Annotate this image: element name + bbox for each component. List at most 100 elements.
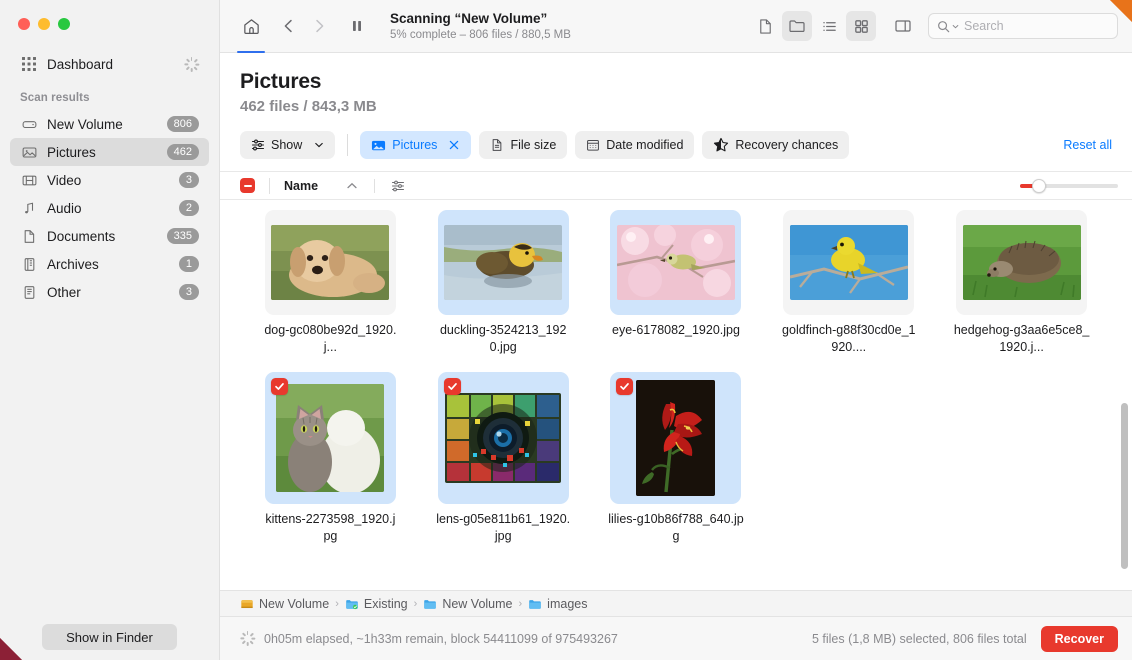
chevron-down-icon[interactable] (952, 23, 959, 30)
selection-summary: 5 files (1,8 MB) selected, 806 files tot… (811, 631, 1027, 646)
sidebar-item-pictures[interactable]: Pictures 462 (10, 138, 209, 166)
folder-view-icon[interactable] (782, 11, 812, 41)
loading-spinner-icon (183, 56, 199, 72)
select-all-checkbox[interactable] (240, 178, 255, 193)
chevron-up-icon[interactable] (346, 180, 358, 192)
file-thumbnail-tile[interactable] (437, 210, 569, 315)
breadcrumb-item-images[interactable]: images (528, 597, 587, 611)
sidebar-item-badge: 462 (166, 144, 199, 160)
selected-checkbox[interactable] (616, 378, 634, 395)
recover-button[interactable]: Recover (1040, 625, 1118, 652)
loading-spinner-icon (239, 631, 255, 646)
grid-view-icon[interactable] (846, 11, 876, 41)
sidebar-item-new-volume[interactable]: New Volume 806 (10, 110, 209, 138)
file-item[interactable]: duckling-3524213_1920.jpg (417, 210, 590, 356)
file-thumbnail-tile[interactable] (783, 210, 915, 315)
sidebar-footer: Show in Finder (0, 624, 219, 660)
filter-chip-date-modified[interactable]: Date modified (575, 131, 695, 159)
close-button[interactable] (18, 18, 30, 30)
file-thumbnail-tile[interactable] (264, 372, 396, 504)
file-thumbnail-tile[interactable] (264, 210, 396, 315)
sidebar-section-label: Scan results (20, 92, 90, 104)
filter-chip-pictures[interactable]: Pictures (360, 131, 472, 159)
file-name: dog-gc080be92d_1920.j... (264, 323, 397, 354)
home-icon[interactable] (236, 11, 266, 53)
file-item[interactable]: hedgehog-g3aa6e5ce8_1920.j... (935, 210, 1108, 356)
file-name: lens-g05e811b61_1920.jpg (436, 512, 571, 543)
breadcrumb-separator: › (518, 597, 523, 610)
sidebar-item-badge: 3 (178, 172, 199, 188)
search-input[interactable] (964, 19, 1109, 33)
file-grid: dog-gc080be92d_1920.j... duckling-352421… (220, 200, 1132, 555)
star-half-icon (713, 137, 729, 153)
column-filter-icon[interactable] (374, 178, 405, 193)
search-field[interactable] (928, 13, 1118, 39)
zoom-button[interactable] (58, 18, 70, 30)
sidebar-item-audio[interactable]: Audio 2 (10, 194, 209, 222)
scrollbar-thumb[interactable] (1121, 402, 1128, 569)
duckling-image (444, 225, 563, 300)
file-view-icon[interactable] (750, 11, 780, 41)
app-window: Dashboard Scan results New Volume 806 Pi… (0, 0, 1132, 660)
scan-status: Scanning “New Volume” 5% complete – 806 … (390, 10, 571, 43)
calendar-icon (586, 138, 600, 152)
file-name: duckling-3524213_1920.jpg (439, 323, 567, 354)
minimize-button[interactable] (38, 18, 50, 30)
sidebar-item-label: Audio (47, 200, 82, 216)
breadcrumb-item-new-volume[interactable]: New Volume (240, 597, 329, 611)
breadcrumb-item-new-volume-folder[interactable]: New Volume (423, 597, 513, 611)
file-thumbnail-tile[interactable] (610, 372, 742, 504)
sidebar-item-video[interactable]: Video 3 (10, 166, 209, 194)
sidebar-item-other[interactable]: Other 3 (10, 278, 209, 306)
chip-label: Date modified (606, 138, 684, 152)
sidebar-item-badge: 806 (166, 116, 199, 132)
file-item[interactable]: lilies-g10b86f788_640.jpg (590, 372, 763, 545)
column-header-name[interactable]: Name (284, 179, 318, 193)
show-in-finder-button[interactable]: Show in Finder (42, 624, 177, 650)
preview-pane-icon[interactable] (888, 11, 918, 41)
hedgehog-image (962, 225, 1081, 300)
file-grid-container[interactable]: dog-gc080be92d_1920.j... duckling-352421… (220, 200, 1132, 590)
active-tab-indicator (237, 50, 265, 53)
sidebar-item-archives[interactable]: Archives 1 (10, 250, 209, 278)
show-label: Show (271, 138, 303, 152)
filter-bar: Show Pictures File size Date modified Re… (220, 118, 1132, 159)
thumbnail-size-slider[interactable] (1020, 178, 1118, 193)
pause-icon[interactable] (342, 11, 372, 41)
file-item[interactable]: kittens-2273598_1920.jpg (244, 372, 417, 545)
chip-label: Pictures (392, 138, 438, 152)
reset-all-button[interactable]: Reset all (1063, 138, 1112, 152)
sidebar-item-documents[interactable]: Documents 335 (10, 222, 209, 250)
lens-colorwheel-image (445, 393, 562, 483)
main-panel: Scanning “New Volume” 5% complete – 806 … (220, 0, 1132, 660)
chevron-right-icon[interactable] (304, 11, 334, 41)
file-item[interactable]: eye-6178082_1920.jpg (590, 210, 763, 356)
show-dropdown-button[interactable]: Show (240, 131, 336, 159)
sidebar-item-label: Video (47, 172, 82, 188)
close-icon[interactable] (448, 139, 460, 151)
slider-knob[interactable] (1032, 178, 1046, 193)
file-item[interactable]: dog-gc080be92d_1920.j... (244, 210, 417, 356)
vertical-scrollbar[interactable] (1121, 206, 1128, 584)
file-thumbnail-tile[interactable] (610, 210, 742, 315)
file-thumbnail-tile[interactable] (956, 210, 1088, 315)
sliders-icon (251, 138, 265, 152)
list-view-icon[interactable] (814, 11, 844, 41)
file-item[interactable]: goldfinch-g88f30cd0e_1920.... (762, 210, 935, 356)
window-controls (0, 0, 219, 44)
file-thumbnail-tile[interactable] (437, 372, 569, 504)
other-icon (20, 283, 38, 301)
toolbar: Scanning “New Volume” 5% complete – 806 … (220, 0, 1132, 53)
file-item[interactable]: lens-g05e811b61_1920.jpg (417, 372, 590, 545)
grid-icon (20, 55, 38, 73)
selected-checkbox[interactable] (443, 378, 461, 395)
doc-icon (20, 227, 38, 245)
sidebar-item-dashboard[interactable]: Dashboard (10, 50, 209, 78)
chevron-left-icon[interactable] (274, 11, 304, 41)
filter-chip-recovery-chances[interactable]: Recovery chances (702, 131, 850, 159)
drive-icon (240, 597, 254, 611)
filter-chip-file-size[interactable]: File size (479, 131, 568, 159)
breadcrumb-item-existing[interactable]: Existing (345, 597, 408, 611)
selected-checkbox[interactable] (270, 378, 288, 395)
doc-icon (490, 138, 504, 152)
